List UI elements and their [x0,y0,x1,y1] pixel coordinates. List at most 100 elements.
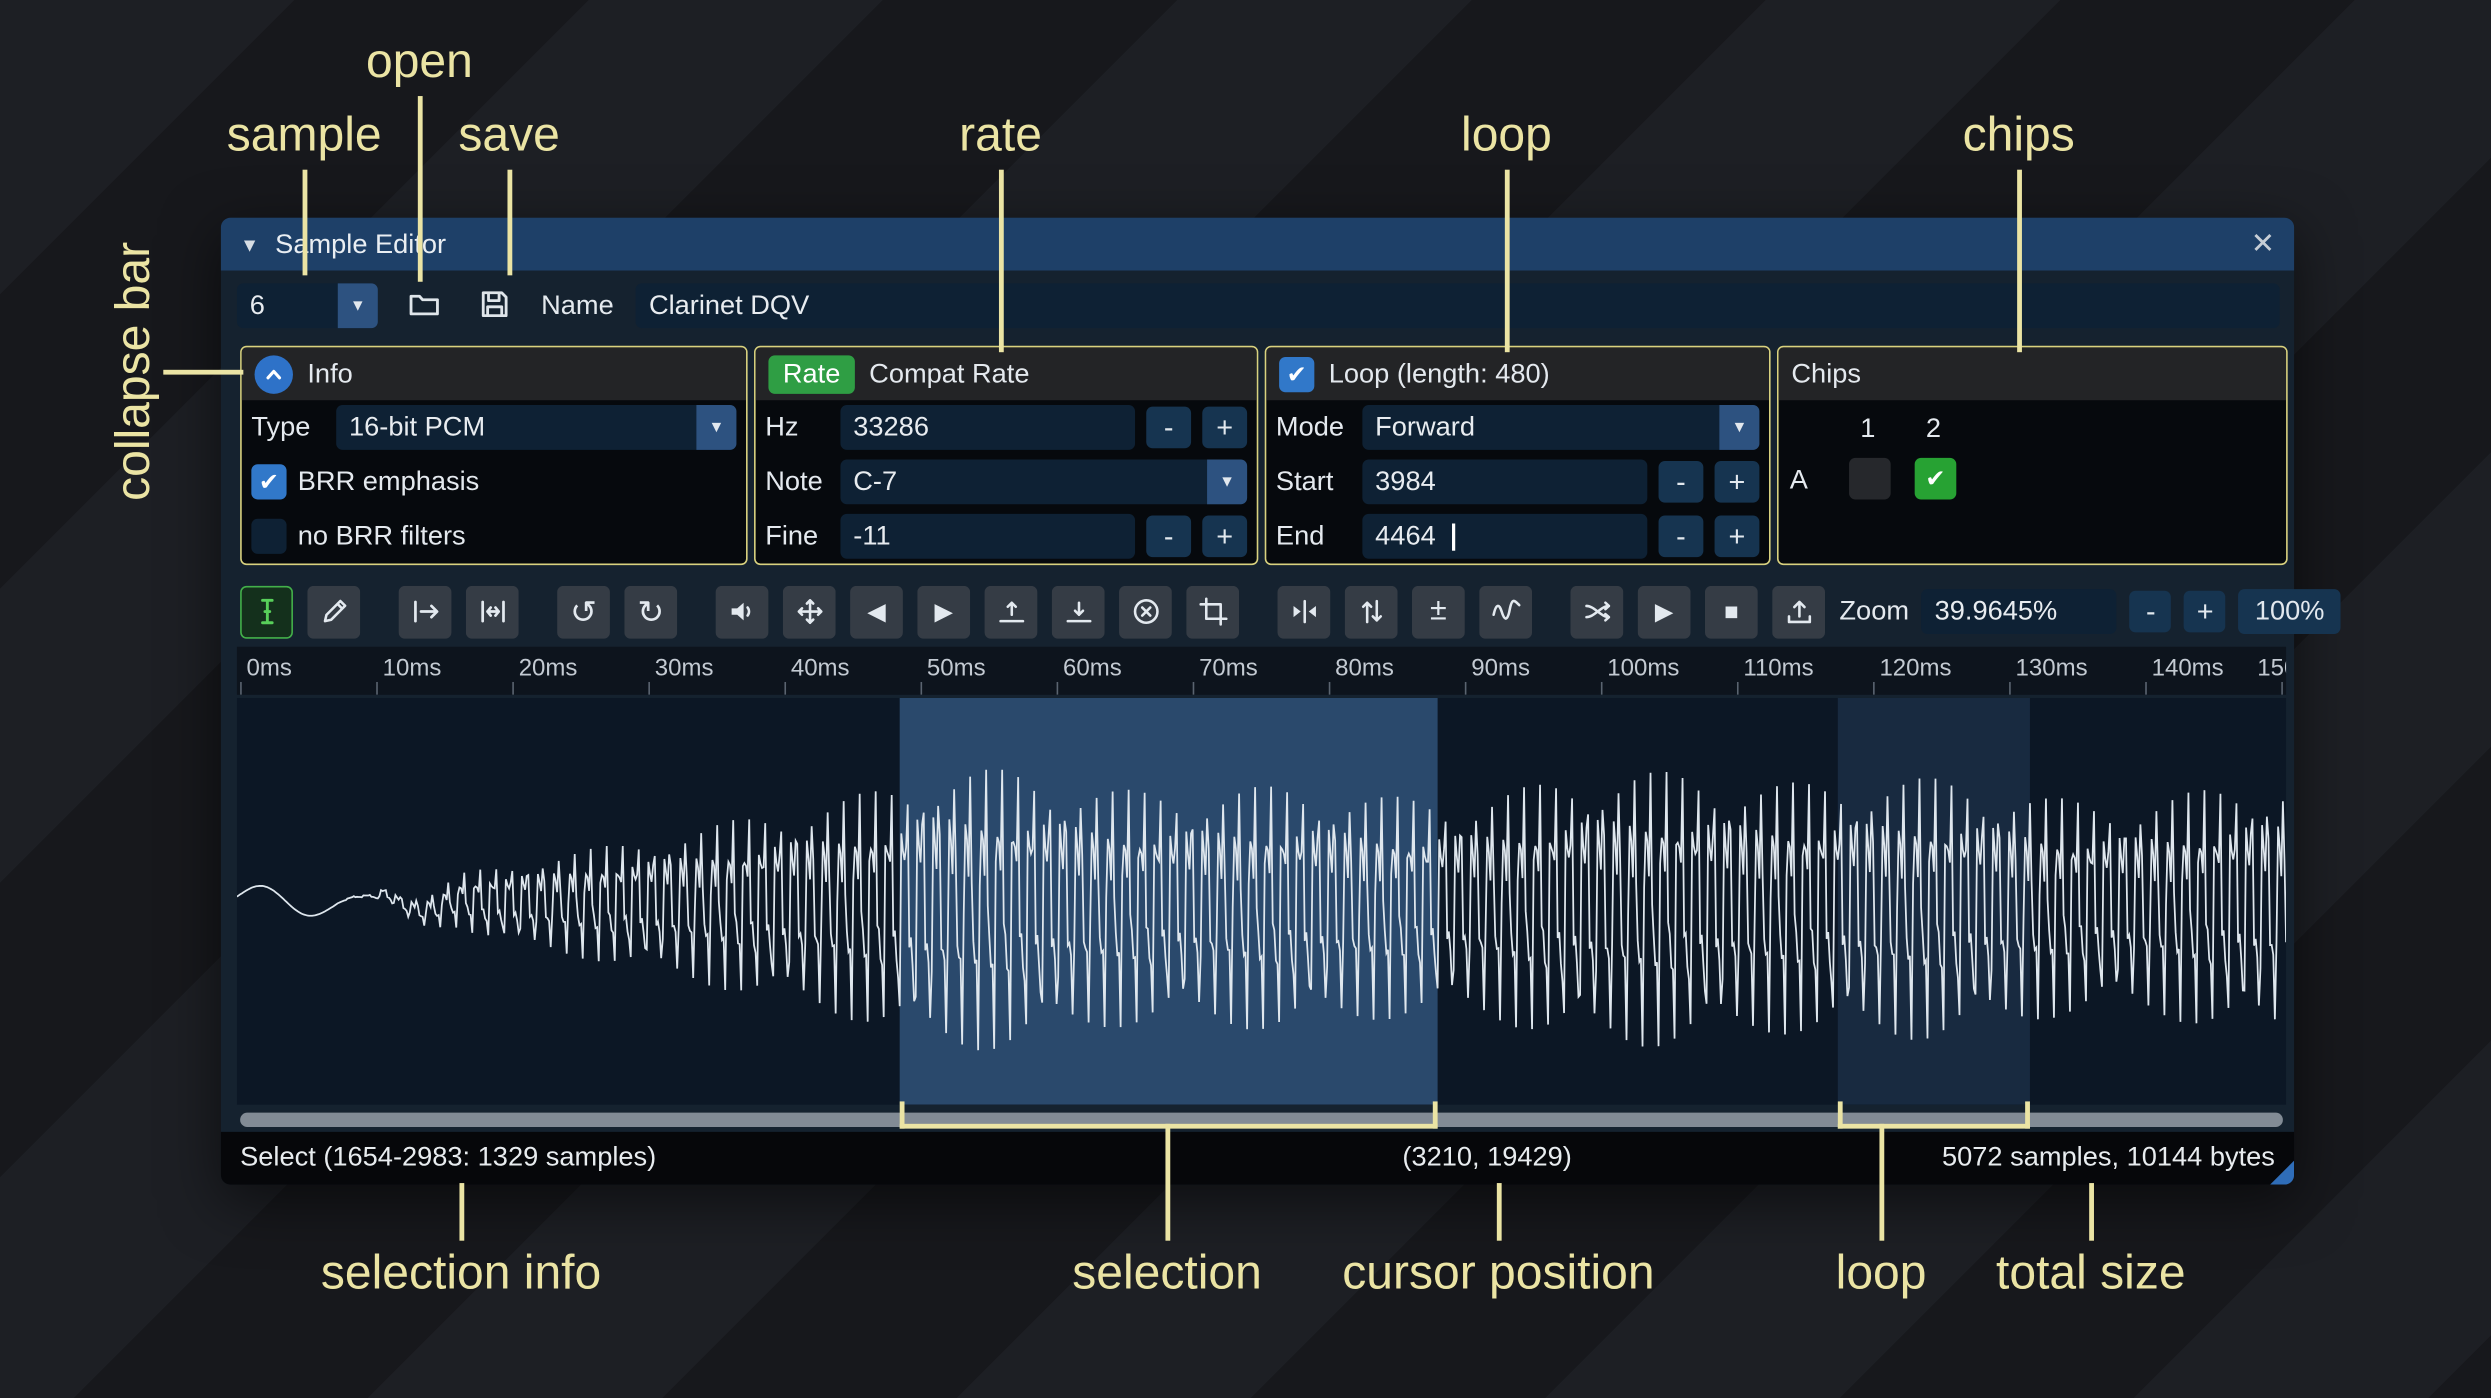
hz-decrement-button[interactable]: - [1146,406,1192,449]
floppy-disk-icon [477,286,512,326]
normalize-button[interactable] [782,585,836,638]
check-icon: ✔ [258,469,280,497]
zoom-label: Zoom [1839,595,1910,626]
waveform-view[interactable] [236,697,2287,1105]
insert-silence-button[interactable] [984,585,1038,638]
invert-arrows-icon [1361,599,1382,624]
loop-mode-dropdown-icon[interactable]: ▼ [1719,405,1760,450]
open-button[interactable] [400,282,448,330]
ruler-label: 10ms [382,654,442,682]
sample-number-combo[interactable]: 6 ▼ [236,283,378,329]
chip-column-2-label: 2 [1925,413,1942,444]
rate-panel-title: Compat Rate [869,357,1030,389]
ruler-tick [1600,681,1603,695]
annotation-loop-bottom: loop [1835,1247,1927,1300]
ruler-label: 20ms [518,654,578,682]
type-dropdown-icon[interactable]: ▼ [696,405,737,450]
info-collapse-button[interactable] [254,354,293,394]
info-panel-title: Info [307,357,353,389]
stop-button[interactable]: ■ [1704,585,1758,638]
no-brr-filters-checkbox[interactable] [251,518,287,554]
type-dropdown[interactable]: 16-bit PCM ▼ [336,405,737,450]
brr-emphasis-checkbox[interactable]: ✔ [251,464,287,500]
loop-start-input[interactable]: 3984 [1362,459,1648,505]
loop-end-decrement-button[interactable]: - [1658,515,1704,558]
note-label: Note [765,465,823,497]
apply-silence-button[interactable] [1051,585,1105,638]
fine-decrement-button[interactable]: - [1146,515,1192,558]
delete-button[interactable] [1119,585,1172,638]
zoom-controls: Zoom 39.9645% - + 100% [1839,589,2341,634]
fade-out-button[interactable]: ▶ [917,585,971,638]
chips-panel-header: Chips [1778,347,2287,401]
filter-sine-icon [1491,599,1520,620]
resize-button[interactable] [398,585,452,638]
reverse-button[interactable] [1277,585,1331,638]
undo-button[interactable]: ↺ [557,585,610,638]
desktop-background: ▼ Sample Editor ✕ 6 ▼ Name Clarinet DQV … [0,0,2491,1398]
note-dropdown-icon[interactable]: ▼ [1207,459,1248,505]
trim-button[interactable] [1186,585,1240,638]
amplify-button[interactable] [715,585,769,638]
time-ruler[interactable]: 0ms 10ms 20ms 30ms 40ms 50ms 60ms 70ms 8… [236,646,2287,695]
fade-out-icon: ▶ [934,598,953,626]
hz-increment-button[interactable]: + [1202,406,1248,449]
waveform-scrollbar[interactable] [237,1111,2286,1129]
annotation-line [2088,1183,2094,1241]
preview-button[interactable]: ▶ [1637,585,1691,638]
fade-in-button[interactable]: ◀ [850,585,903,638]
loop-mode-dropdown[interactable]: Forward ▼ [1362,405,1760,450]
sign-button[interactable]: ± [1411,585,1465,638]
rate-panel: Rate Compat Rate Hz 33286 - + Note C-7 ▼ [754,345,1259,566]
filter-button[interactable] [1479,585,1533,638]
make-wavetable-button[interactable] [1772,585,1826,638]
folder-open-icon [407,286,442,326]
crossfade-loop-button[interactable] [1570,585,1624,638]
zoom-out-button[interactable]: - [2129,590,2172,633]
zoom-input[interactable]: 39.9645% [1921,589,2118,634]
scrollbar-thumb[interactable] [240,1112,2283,1128]
loop-start-decrement-button[interactable]: - [1658,461,1704,503]
invert-button[interactable] [1344,585,1398,638]
rate-badge-button[interactable]: Rate [768,354,855,394]
window-collapse-icon[interactable]: ▼ [240,233,259,255]
redo-button[interactable]: ↻ [624,585,678,638]
chip-1-checkbox[interactable] [1849,457,1891,500]
panels-row: Info Type 16-bit PCM ▼ ✔ BRR emphasis no… [240,345,2288,566]
ruler-label: 0ms [246,654,292,682]
save-button[interactable] [471,282,519,330]
upload-icon [1786,600,1811,624]
zoom-reset-button[interactable]: 100% [2238,589,2341,634]
name-input[interactable]: Clarinet DQV [636,283,2280,329]
loop-start-increment-button[interactable]: + [1714,461,1760,503]
selection-info-text: Select (1654-2983: 1329 samples) [240,1141,657,1172]
ruler-label: 130ms [2015,654,2088,682]
name-value: Clarinet DQV [648,289,810,321]
ruler-tick [784,681,787,695]
chips-grid: 1 2 A ✔ [1779,400,2286,560]
resample-button[interactable] [465,585,519,638]
ruler-tick [240,681,242,695]
fine-input[interactable]: -11 [840,513,1136,559]
fine-increment-button[interactable]: + [1202,515,1248,558]
titlebar[interactable]: ▼ Sample Editor ✕ [220,217,2295,271]
hz-input[interactable]: 33286 [840,405,1136,450]
loop-enable-checkbox[interactable]: ✔ [1279,356,1315,392]
zoom-in-button[interactable]: + [2184,590,2227,633]
select-tool-button[interactable] [240,585,293,638]
close-icon[interactable]: ✕ [2251,227,2275,261]
draw-tool-button[interactable] [307,585,361,638]
type-value: 16-bit PCM [348,411,486,442]
undo-icon: ↺ [570,594,597,630]
chip-2-checkbox[interactable]: ✔ [1914,457,1957,500]
fade-in-icon: ◀ [867,598,886,626]
loop-start-value: 3984 [1375,465,1436,497]
resize-grip[interactable] [2270,1160,2295,1185]
loop-end-input[interactable]: 4464 [1362,513,1648,559]
note-dropdown[interactable]: C-7 ▼ [840,459,1248,505]
rate-panel-header: Rate Compat Rate [755,347,1257,401]
sample-number-dropdown-icon[interactable]: ▼ [337,283,378,329]
brr-emphasis-label: BRR emphasis [297,465,480,497]
ruler-label: 40ms [790,654,850,682]
loop-end-increment-button[interactable]: + [1714,515,1760,558]
